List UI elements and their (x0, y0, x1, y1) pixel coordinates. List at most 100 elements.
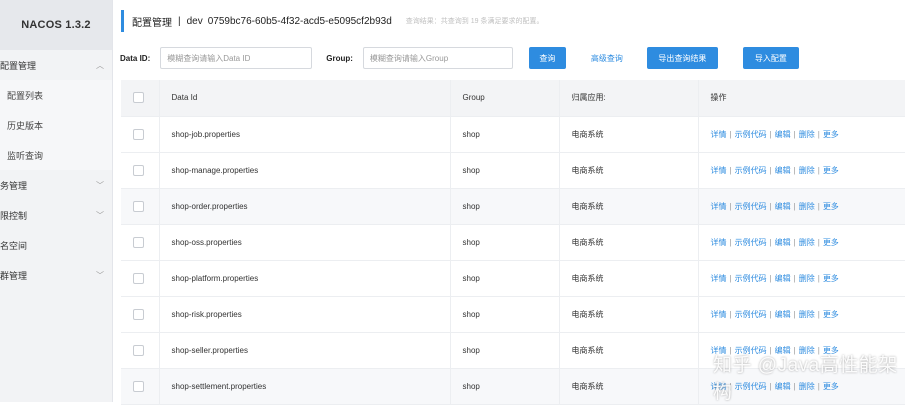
cell-app: 电商系统 (559, 368, 699, 405)
more-link[interactable]: 更多 (823, 382, 839, 391)
table-row: shop-oss.properties shop 电商系统 详情 | 示例代码 | 编辑 | 删除… (121, 224, 905, 261)
sidebar-item-config-management[interactable]: 配置管理 ︿ (0, 50, 112, 80)
more-link[interactable]: 更多 (823, 346, 839, 355)
delete-link[interactable]: 删除 (799, 274, 815, 283)
chevron-down-icon: ﹀ (96, 180, 104, 190)
ops-separator: | (769, 129, 772, 139)
cell-dataid: shop-order.properties (159, 188, 451, 225)
ops-separator: | (729, 129, 732, 139)
row-checkbox[interactable] (133, 308, 144, 320)
chevron-down-icon: ﹀ (96, 270, 104, 280)
cell-dataid: shop-seller.properties (159, 332, 451, 369)
row-checkbox[interactable] (133, 272, 144, 284)
cell-dataid: shop-platform.properties (159, 260, 451, 297)
sidebar-item-label: 配置列表 (7, 90, 44, 101)
sample-code-link[interactable]: 示例代码 (735, 310, 767, 319)
row-checkbox[interactable] (133, 236, 144, 248)
group-search-input[interactable]: 模糊查询请输入Group (362, 47, 513, 69)
edit-link[interactable]: 编辑 (775, 310, 791, 319)
cell-app: 电商系统 (559, 296, 699, 333)
cell-app: 电商系统 (559, 224, 699, 261)
table-row: shop-order.properties shop 电商系统 详情 | 示例代码 | 编辑 |… (121, 188, 905, 225)
edit-link[interactable]: 编辑 (775, 382, 791, 391)
row-checkbox[interactable] (133, 164, 144, 176)
cell-group: shop (450, 296, 560, 333)
cell-app: 电商系统 (559, 188, 699, 225)
sample-code-link[interactable]: 示例代码 (735, 166, 767, 175)
select-all-checkbox[interactable] (133, 92, 144, 104)
detail-link[interactable]: 详情 (711, 130, 727, 139)
row-select-cell (121, 368, 160, 405)
column-header-dataid: Data Id (159, 80, 451, 117)
edit-link[interactable]: 编辑 (775, 346, 791, 355)
delete-link[interactable]: 删除 (799, 238, 815, 247)
edit-link[interactable]: 编辑 (775, 130, 791, 139)
row-select-cell (121, 332, 160, 369)
row-checkbox[interactable] (133, 128, 144, 140)
delete-link[interactable]: 删除 (799, 166, 815, 175)
delete-link[interactable]: 删除 (799, 382, 815, 391)
row-select-cell (121, 188, 160, 225)
cell-dataid: shop-settlement.properties (159, 368, 451, 405)
sample-code-link[interactable]: 示例代码 (735, 346, 767, 355)
detail-link[interactable]: 详情 (711, 238, 727, 247)
import-config-button[interactable]: 导入配置 (742, 47, 799, 69)
column-header-group: Group (450, 80, 560, 117)
more-link[interactable]: 更多 (823, 238, 839, 247)
delete-link[interactable]: 删除 (799, 130, 815, 139)
row-checkbox[interactable] (133, 200, 144, 212)
sample-code-link[interactable]: 示例代码 (735, 382, 767, 391)
sidebar-item-access-control[interactable]: 限控制 ﹀ (0, 200, 112, 230)
cell-app: 电商系统 (559, 152, 699, 189)
sidebar-item-cluster-management[interactable]: 群管理 ﹀ (0, 260, 112, 290)
detail-link[interactable]: 详情 (711, 382, 727, 391)
delete-link[interactable]: 删除 (799, 346, 815, 355)
row-select-cell (121, 296, 160, 333)
sidebar-item-config-list[interactable]: 配置列表 (0, 80, 112, 110)
sample-code-link[interactable]: 示例代码 (735, 274, 767, 283)
row-checkbox[interactable] (133, 344, 144, 356)
sidebar-item-label: 历史版本 (7, 120, 44, 131)
sidebar-item-listener-query[interactable]: 监听查询 (0, 140, 112, 170)
sample-code-link[interactable]: 示例代码 (735, 130, 767, 139)
cell-ops: 详情 | 示例代码 | 编辑 | 删除 | 更多 (698, 332, 905, 369)
delete-link[interactable]: 删除 (799, 310, 815, 319)
ops-separator: | (769, 165, 772, 175)
sidebar-item-history[interactable]: 历史版本 (0, 110, 112, 140)
ops-separator: | (769, 273, 772, 283)
ops-separator: | (769, 381, 772, 391)
more-link[interactable]: 更多 (823, 310, 839, 319)
sample-code-link[interactable]: 示例代码 (735, 238, 767, 247)
detail-link[interactable]: 详情 (711, 274, 727, 283)
ops-separator: | (793, 273, 796, 283)
ops-separator: | (729, 237, 732, 247)
delete-link[interactable]: 删除 (799, 202, 815, 211)
more-link[interactable]: 更多 (823, 166, 839, 175)
edit-link[interactable]: 编辑 (775, 166, 791, 175)
edit-link[interactable]: 编辑 (775, 274, 791, 283)
more-link[interactable]: 更多 (823, 274, 839, 283)
more-link[interactable]: 更多 (823, 202, 839, 211)
edit-link[interactable]: 编辑 (775, 202, 791, 211)
sample-code-link[interactable]: 示例代码 (735, 202, 767, 211)
row-select-cell (121, 224, 160, 261)
row-checkbox[interactable] (133, 380, 144, 392)
cell-ops: 详情 | 示例代码 | 编辑 | 删除 | 更多 (698, 368, 905, 405)
ops-separator: | (769, 237, 772, 247)
cell-ops: 详情 | 示例代码 | 编辑 | 删除 | 更多 (698, 260, 905, 297)
advanced-query-link[interactable]: 高级查询 (583, 47, 631, 69)
sidebar-item-namespace[interactable]: 名空间 (0, 230, 112, 260)
detail-link[interactable]: 详情 (711, 166, 727, 175)
edit-link[interactable]: 编辑 (775, 238, 791, 247)
sidebar-item-service-management[interactable]: 务管理 ﹀ (0, 170, 112, 200)
detail-link[interactable]: 详情 (711, 346, 727, 355)
dataid-search-input[interactable]: 模糊查询请输入Data ID (160, 47, 313, 69)
detail-link[interactable]: 详情 (711, 310, 727, 319)
query-button[interactable]: 查询 (528, 47, 566, 69)
detail-link[interactable]: 详情 (711, 202, 727, 211)
ops-separator: | (817, 129, 820, 139)
query-result-text: 查询结果：共查询到 19 条满足要求的配置。 (405, 18, 544, 25)
export-results-button[interactable]: 导出查询结果 (646, 47, 718, 69)
more-link[interactable]: 更多 (823, 130, 839, 139)
ops-separator: | (729, 201, 732, 211)
